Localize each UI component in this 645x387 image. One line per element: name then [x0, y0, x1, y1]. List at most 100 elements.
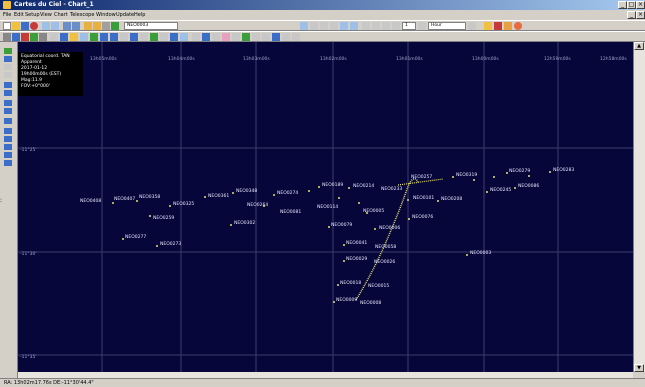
plus-icon[interactable]	[272, 33, 280, 41]
neo-label[interactable]: NEO0079	[331, 223, 352, 228]
settings-icon[interactable]	[292, 33, 300, 41]
neo-label[interactable]: NEO0076	[412, 215, 433, 220]
neo-label[interactable]: NEO0018	[340, 281, 361, 286]
step-back-icon[interactable]	[362, 22, 370, 30]
neo-label[interactable]: NEO0325	[173, 202, 194, 207]
fov-2-icon[interactable]	[4, 136, 12, 142]
dss-icon[interactable]	[252, 33, 260, 41]
spin-updown-icon[interactable]	[418, 22, 426, 30]
scale-icon[interactable]	[232, 33, 240, 41]
new-chart-icon[interactable]	[3, 22, 11, 30]
neo-label[interactable]: NEO0003	[470, 251, 491, 256]
lightbulb-icon[interactable]	[484, 22, 492, 30]
neo-label[interactable]: NEO0041	[346, 241, 367, 246]
west-icon[interactable]	[4, 72, 12, 78]
child-close-button[interactable]: ×	[636, 11, 645, 19]
neo-label[interactable]: NEO0009	[336, 298, 357, 303]
flag-icon[interactable]	[12, 33, 20, 41]
zenith-icon[interactable]	[4, 82, 12, 88]
comet-icon[interactable]	[70, 33, 78, 41]
neo-label[interactable]: NEO0274	[277, 191, 298, 196]
star-icon[interactable]	[330, 22, 338, 30]
menu-chart[interactable]: Chart	[54, 12, 68, 18]
horizon-icon[interactable]	[160, 33, 168, 41]
menu-edit[interactable]: Edit	[14, 12, 24, 18]
step-forward-icon[interactable]	[392, 22, 400, 30]
south-icon[interactable]	[4, 56, 12, 62]
fov-icon[interactable]	[222, 33, 230, 41]
search-icon[interactable]	[102, 22, 110, 30]
neo-label[interactable]: NEO0257	[411, 175, 432, 180]
galaxy-icon[interactable]	[50, 33, 58, 41]
telescope-icon[interactable]	[494, 22, 502, 30]
minus-icon[interactable]	[282, 33, 290, 41]
arrow-tool-icon[interactable]	[100, 33, 108, 41]
zoom-in-icon[interactable]	[63, 22, 71, 30]
minimize-button[interactable]: _	[618, 1, 627, 9]
eye-icon[interactable]	[242, 33, 250, 41]
child-minimize-button[interactable]: _	[627, 11, 636, 19]
neo-label[interactable]: NEO0233	[381, 187, 402, 192]
neo-label[interactable]: NEO0408	[80, 199, 101, 204]
neo-label[interactable]: NEO0114	[317, 205, 338, 210]
gal-icon[interactable]	[4, 118, 12, 124]
mark-icon[interactable]	[202, 33, 210, 41]
az-icon[interactable]	[4, 90, 12, 96]
night-icon[interactable]	[262, 33, 270, 41]
neo-label[interactable]: NEO0086	[518, 184, 539, 189]
grid-eq-icon[interactable]	[140, 33, 148, 41]
neo-label[interactable]: NEO0319	[456, 173, 477, 178]
equator-icon[interactable]	[180, 33, 188, 41]
neo-label[interactable]: NEO0302	[234, 221, 255, 226]
planet-icon[interactable]	[504, 22, 512, 30]
fov-4-icon[interactable]	[4, 152, 12, 158]
config-icon[interactable]	[42, 22, 50, 30]
neo-label[interactable]: NEO0279	[509, 169, 530, 174]
pointer-icon[interactable]	[3, 33, 11, 41]
time-unit-select[interactable]: Hour	[428, 22, 466, 30]
scroll-down-arrow[interactable]: ▼	[634, 364, 644, 372]
menu-window[interactable]: Window	[96, 12, 116, 18]
milky-way-icon[interactable]	[130, 33, 138, 41]
neo-label[interactable]: NEO0026	[374, 260, 395, 265]
east-icon[interactable]	[4, 64, 12, 70]
neo-label[interactable]: NEO0006	[379, 226, 400, 231]
fov-1-icon[interactable]	[4, 128, 12, 134]
line-icon[interactable]	[90, 33, 98, 41]
marker-icon[interactable]	[21, 33, 29, 41]
menu-view[interactable]: View	[40, 12, 52, 18]
ecliptic-icon[interactable]	[170, 33, 178, 41]
cluster-icon[interactable]	[60, 33, 68, 41]
step-back-small-icon[interactable]	[372, 22, 380, 30]
menu-file[interactable]: File	[3, 12, 11, 18]
neo-label[interactable]: NEO0264	[247, 203, 268, 208]
object-search-input[interactable]: NEO0003	[124, 22, 178, 30]
identify-icon[interactable]	[111, 22, 119, 30]
sun-icon[interactable]	[514, 22, 522, 30]
neo-label[interactable]: NEO0101	[413, 196, 434, 201]
menu-help[interactable]: Help	[134, 12, 145, 18]
star-catalog-icon[interactable]	[30, 33, 38, 41]
track-icon[interactable]	[212, 33, 220, 41]
neo-label[interactable]: NEO0407	[114, 197, 135, 202]
binoculars-icon[interactable]	[300, 22, 308, 30]
neo-label[interactable]: NEO0058	[375, 245, 396, 250]
neo-label[interactable]: NEO0273	[160, 242, 181, 247]
menu-update[interactable]: Update	[116, 12, 134, 18]
close-button[interactable]: ×	[636, 1, 645, 9]
rotate-icon[interactable]	[84, 22, 92, 30]
neo-label[interactable]: NEO0358	[139, 195, 160, 200]
neo-label[interactable]: NEO0208	[441, 197, 462, 202]
dropdown-icon[interactable]	[468, 22, 476, 30]
zoom-out-icon[interactable]	[72, 22, 80, 30]
save-icon[interactable]	[21, 22, 29, 30]
neo-label[interactable]: NEO0259	[153, 216, 174, 221]
menu-telescope[interactable]: Telescope	[70, 12, 94, 18]
time-step-input[interactable]: 1	[402, 22, 416, 30]
neo-label[interactable]: NEO0277	[125, 235, 146, 240]
fov-3-icon[interactable]	[4, 144, 12, 150]
north-icon[interactable]	[4, 48, 12, 54]
grid-icon[interactable]	[310, 22, 318, 30]
vertical-scrollbar[interactable]: ▲ ▼	[633, 42, 645, 372]
sky-chart[interactable]: 13h05m00s 13h04m00s 13h03m00s 13h02m00s …	[18, 42, 633, 372]
